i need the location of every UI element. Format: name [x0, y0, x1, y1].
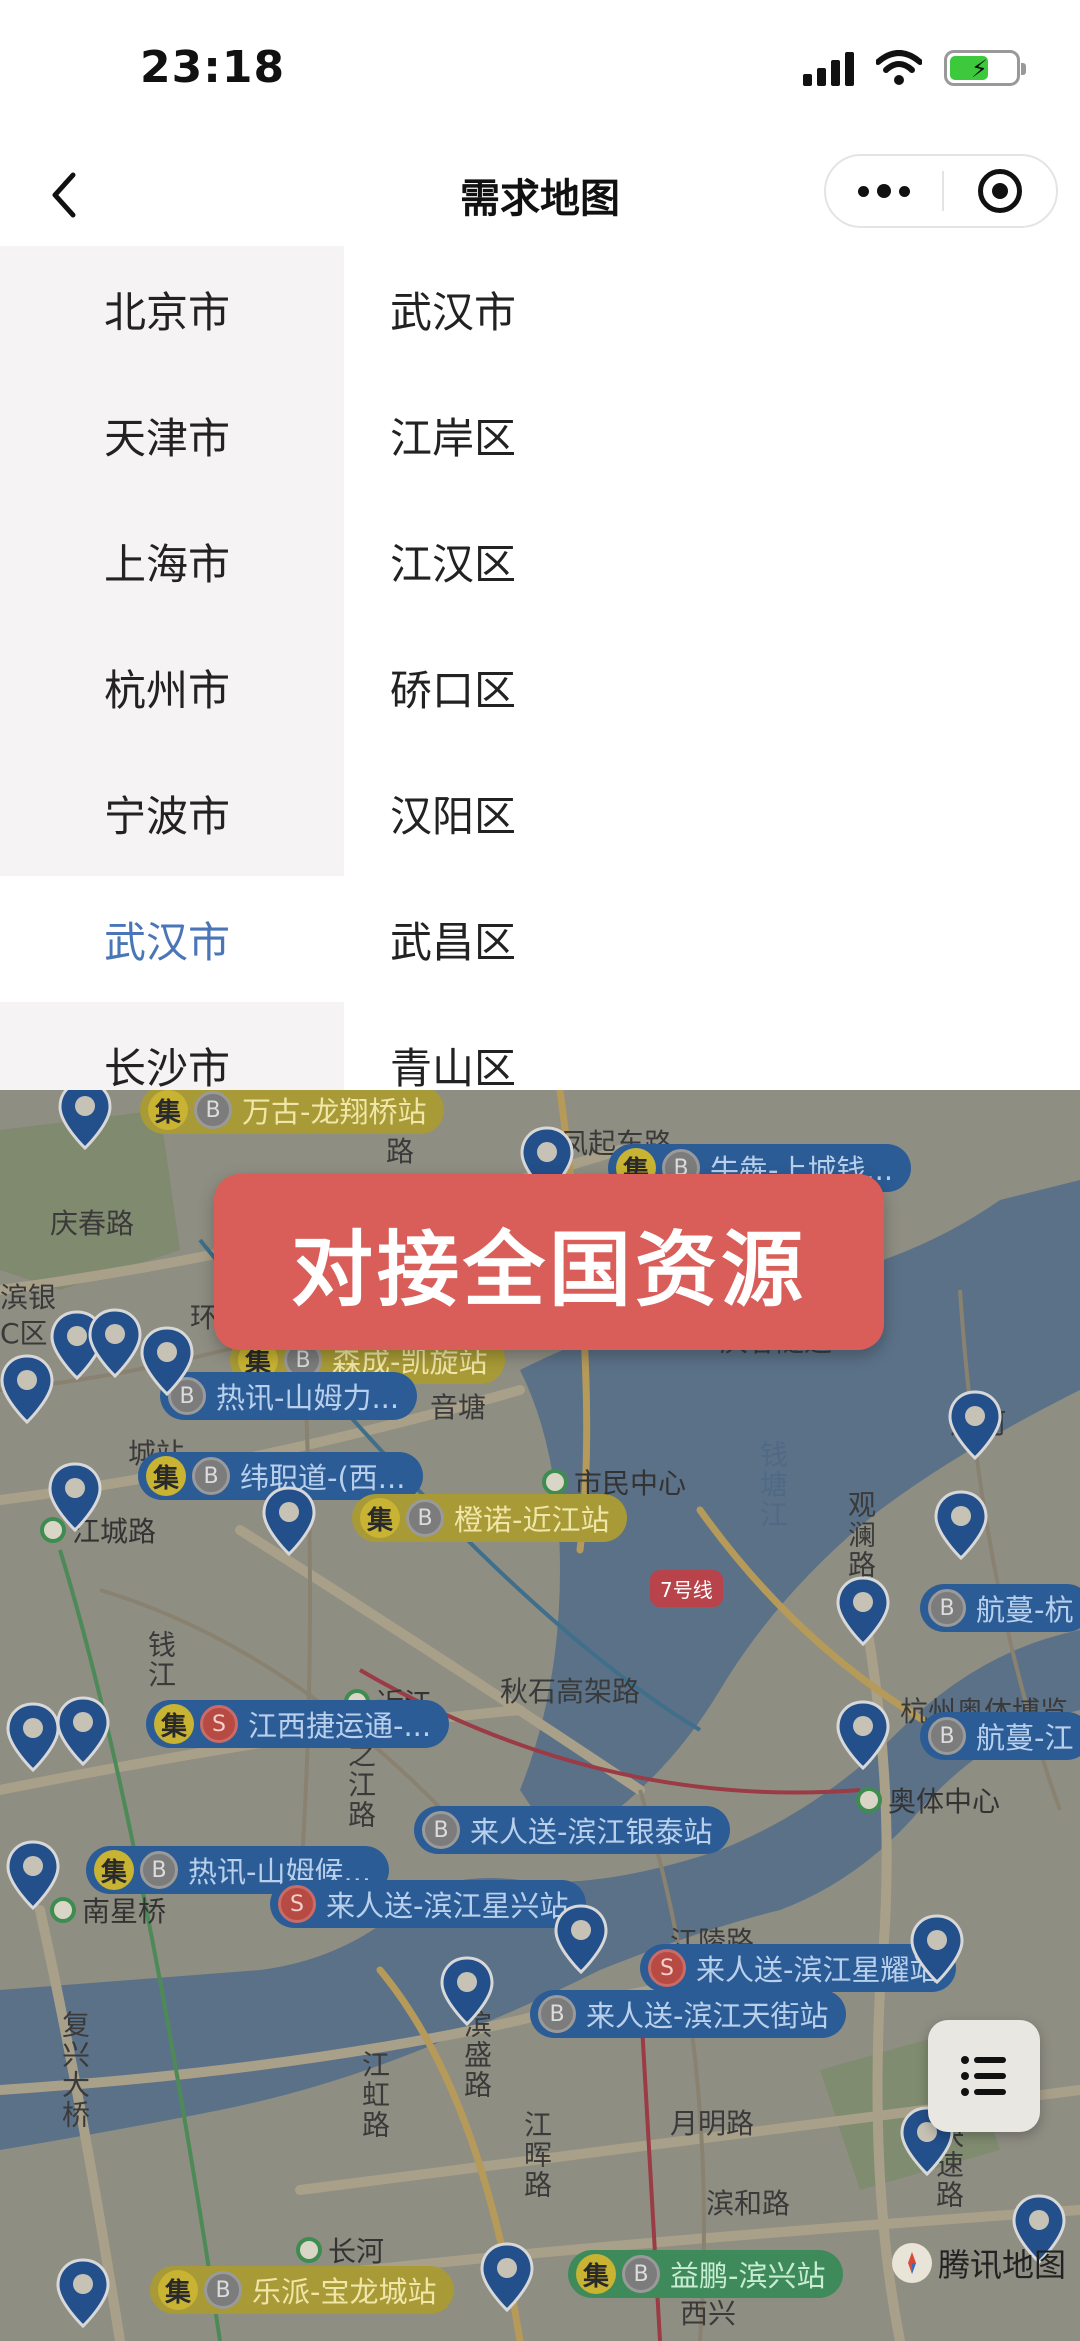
city-item-tianjin[interactable]: 天津市 — [0, 372, 344, 498]
target-icon — [978, 169, 1022, 213]
map-pin-icon[interactable] — [56, 2258, 110, 2328]
map-pin-icon[interactable] — [262, 1486, 316, 1556]
station-chip[interactable]: B 来人送-滨江天街站 — [530, 1990, 847, 2038]
station-chip[interactable]: S 来人送-滨江星兴站 — [270, 1880, 587, 1928]
district-item-qingshan[interactable]: 青山区 — [344, 1002, 1080, 1091]
district-item-jianghan[interactable]: 江汉区 — [344, 498, 1080, 624]
status-time: 23:18 — [140, 42, 286, 93]
map-label: 庆春路 — [50, 1207, 135, 1240]
map-pin-icon[interactable] — [836, 1576, 890, 1646]
station-chip[interactable]: B 航蔓-江 — [920, 1712, 1080, 1760]
map-label: 江虹路 — [358, 2050, 391, 2140]
city-item-shanghai[interactable]: 上海市 — [0, 498, 344, 624]
miniprogram-capsule — [824, 154, 1058, 228]
map-pin-icon[interactable] — [6, 1840, 60, 1910]
map-label: 之江路 — [344, 1740, 377, 1830]
district-item-wuchang[interactable]: 武昌区 — [344, 876, 1080, 1002]
district-item-hanyang[interactable]: 汉阳区 — [344, 750, 1080, 876]
station-chip[interactable]: 集 B 橙诺-近江站 — [352, 1494, 628, 1542]
station-chip[interactable]: 集 B 万古-龙翔桥站 — [140, 1090, 445, 1134]
map-pin-icon[interactable] — [440, 1956, 494, 2026]
map-label: 复兴大桥 — [58, 2010, 91, 2130]
station-chip[interactable]: 集 B 益鹏-滨兴站 — [568, 2250, 844, 2298]
list-view-button[interactable] — [928, 2020, 1040, 2132]
map-pin-icon[interactable] — [140, 1326, 194, 1396]
map-pin-icon[interactable] — [910, 1914, 964, 1984]
map-pin-icon[interactable] — [56, 1696, 110, 1766]
map-label: 观澜路 — [844, 1490, 877, 1580]
metro-station[interactable]: 南星桥 — [50, 1890, 166, 1930]
signal-icon — [803, 50, 854, 86]
map-pin-icon[interactable] — [948, 1390, 1002, 1460]
map-pin-icon[interactable] — [836, 1700, 890, 1770]
city-item-changsha[interactable]: 长沙市 — [0, 1002, 344, 1090]
map-pin-icon[interactable] — [6, 1702, 60, 1772]
map-pin-icon[interactable] — [88, 1308, 142, 1378]
nav-bar: 需求地图 — [0, 140, 1080, 246]
map-pin-icon[interactable] — [934, 1490, 988, 1560]
map-pin-icon[interactable] — [554, 1904, 608, 1974]
map-provider-logo: 腾讯地图 — [891, 2240, 1066, 2286]
close-miniprogram-button[interactable] — [944, 156, 1056, 226]
station-chip[interactable]: 集 S 江西捷运通-... — [146, 1700, 450, 1748]
map-label: 江晖路 — [520, 2110, 553, 2200]
city-item-ningbo[interactable]: 宁波市 — [0, 750, 344, 876]
station-chip[interactable]: B 航蔓-杭 — [920, 1584, 1080, 1632]
metro-station[interactable]: 长河 — [296, 2230, 384, 2270]
map-label: 路 — [386, 1135, 415, 1168]
city-item-wuhan[interactable]: 武汉市 — [0, 876, 344, 1002]
compass-icon — [891, 2243, 932, 2283]
station-chip[interactable]: 集 B 乐派-宝龙城站 — [150, 2266, 455, 2314]
list-icon — [961, 2056, 1006, 2096]
status-bar: 23:18 ⚡ — [0, 0, 1080, 140]
map-label: 滨和路 — [706, 2187, 791, 2220]
more-button[interactable] — [826, 156, 942, 226]
station-chip[interactable]: B 热讯-山姆力... — [160, 1372, 418, 1420]
city-item-beijing[interactable]: 北京市 — [0, 246, 344, 372]
station-chip[interactable]: B 来人送-滨江银泰站 — [414, 1806, 731, 1854]
station-chip[interactable]: S 来人送-滨江星耀站 — [640, 1944, 957, 1992]
district-item-wuhan[interactable]: 武汉市 — [344, 246, 1080, 372]
map-label: 月明路 — [670, 2107, 755, 2140]
map-label: C区 — [0, 1317, 48, 1350]
promo-banner: 对接全国资源 — [214, 1174, 884, 1350]
map-pin-icon[interactable] — [58, 1090, 112, 1150]
map-logo-text: 腾讯地图 — [937, 2246, 1066, 2284]
map-label: 钱江 — [144, 1630, 177, 1690]
wifi-icon — [876, 50, 922, 85]
map-pin-icon[interactable] — [48, 1462, 102, 1532]
region-selector: 北京市 天津市 上海市 杭州市 宁波市 武汉市 长沙市 武汉市 江岸区 江汉区 … — [0, 246, 1080, 1090]
metro-station[interactable]: 奥体中心 — [856, 1780, 1000, 1820]
district-item-qiaokou[interactable]: 硚口区 — [344, 624, 1080, 750]
district-list: 武汉市 江岸区 江汉区 硚口区 汉阳区 武昌区 青山区 — [344, 246, 1080, 1091]
map-label: 秋石高架路 — [500, 1675, 641, 1708]
metro-line-badge: 7号线 — [650, 1570, 723, 1607]
status-icons: ⚡ — [803, 50, 1026, 86]
map-pin-icon[interactable] — [480, 2242, 534, 2312]
city-list: 北京市 天津市 上海市 杭州市 宁波市 武汉市 长沙市 — [0, 246, 344, 1090]
map-label: 滨银 — [0, 1281, 57, 1314]
district-item-jiangan[interactable]: 江岸区 — [344, 372, 1080, 498]
demand-map[interactable]: 庆春路 滨银 C区 环 城站 音塘 凤起东路 路 庆春隧道 钱塘江 观澜路 秋石… — [0, 1090, 1080, 2341]
battery-icon: ⚡ — [944, 50, 1026, 86]
map-label: 音塘 — [430, 1391, 487, 1424]
map-label: 西兴 — [680, 2297, 737, 2330]
city-item-hangzhou[interactable]: 杭州市 — [0, 624, 344, 750]
map-pin-icon[interactable] — [0, 1354, 54, 1424]
map-label: 钱塘江 — [756, 1440, 789, 1530]
